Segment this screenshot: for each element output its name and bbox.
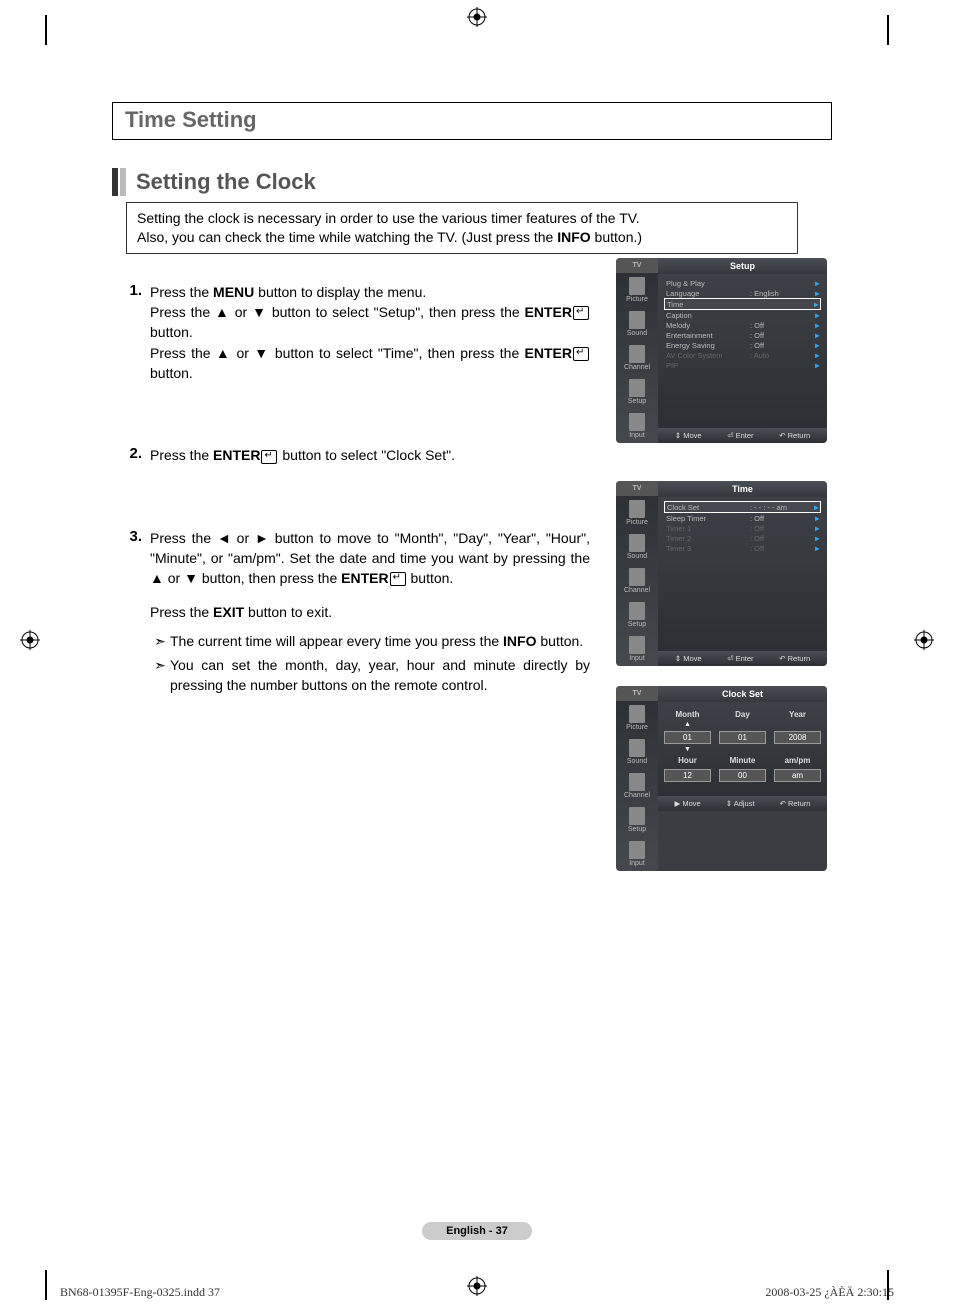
osd-side-item: Picture (616, 496, 658, 530)
osd-side-item: Channel (616, 564, 658, 598)
osd-row: Sleep Timer: Off► (664, 513, 821, 523)
clock-field: 01 (664, 731, 711, 744)
section-title: Setting the Clock (136, 169, 316, 195)
osd-row: Time► (664, 298, 821, 310)
osd-side-item: Picture (616, 273, 658, 307)
osd-side-item: Sound (616, 307, 658, 341)
registration-mark-icon (467, 7, 487, 27)
page-number: English - 37 (0, 1221, 954, 1240)
osd-side-item: Channel (616, 769, 658, 803)
registration-mark-icon (914, 630, 934, 650)
step-number: 2. (112, 445, 150, 462)
osd-side-item: Sound (616, 735, 658, 769)
osd-row: Melody: Off► (664, 320, 821, 330)
osd-side-item: Input (616, 837, 658, 871)
osd-row: Energy Saving: Off► (664, 340, 821, 350)
osd-side-item: Sound (616, 530, 658, 564)
osd-screen-1: TVPictureSoundChannelSetupInputSetupPlug… (616, 258, 827, 443)
osd-row: Timer 3: Off► (664, 543, 821, 553)
step-body: Press the ◄ or ► button to move to "Mont… (150, 528, 590, 696)
osd-title: Time (658, 481, 827, 497)
osd-screen-3: TVPictureSoundChannelSetupInput Clock Set… (616, 686, 827, 871)
step-number: 1. (112, 282, 150, 299)
osd-row: Plug & Play► (664, 278, 821, 288)
clock-field: 2008 (774, 731, 821, 744)
clock-field: 00 (719, 769, 766, 782)
step-body: Press the ENTER button to select "Clock … (150, 445, 590, 465)
osd-footer: ▶ Move⇕ Adjust↶ Return (658, 796, 827, 811)
osd-row: Clock Set: - - : - - am► (664, 501, 821, 513)
osd-screen-2: TVPictureSoundChannelSetupInput Time Clock… (616, 481, 827, 666)
enter-icon (390, 572, 406, 586)
osd-side-item: Setup (616, 803, 658, 837)
osd-row: Entertainment: Off► (664, 330, 821, 340)
osd-side-item: Input (616, 409, 658, 443)
note-bullet: ➣The current time will appear every time… (150, 631, 590, 651)
enter-icon (573, 306, 589, 320)
document-footer: BN68-01395F-Eng-0325.indd 37 2008-03-25 … (60, 1285, 894, 1300)
step-body: Press the MENU button to display the men… (150, 282, 590, 383)
osd-screenshots: TVPictureSoundChannelSetupInputSetupPlug… (616, 258, 827, 909)
page-header: Time Setting (112, 102, 832, 140)
registration-mark-icon (20, 630, 40, 650)
osd-row: Timer 2: Off► (664, 533, 821, 543)
page-title: Time Setting (125, 107, 819, 133)
osd-side-item: Setup (616, 375, 658, 409)
osd-side-item: Channel (616, 341, 658, 375)
clock-field: 12 (664, 769, 711, 782)
osd-tv-label: TV (616, 258, 658, 273)
section-heading: Setting the Clock (112, 168, 832, 196)
osd-side-item: Input (616, 632, 658, 666)
osd-row: Language: English► (664, 288, 821, 298)
osd-title: Setup (658, 258, 827, 274)
clock-field: 01 (719, 731, 766, 744)
step-number: 3. (112, 528, 150, 545)
enter-icon (573, 347, 589, 361)
osd-title: Clock Set (658, 686, 827, 702)
osd-row: AV Color System: Auto► (664, 350, 821, 360)
osd-row: PIP► (664, 360, 821, 370)
osd-row: Timer 1: Off► (664, 523, 821, 533)
intro-box: Setting the clock is necessary in order … (126, 202, 798, 254)
clock-field: am (774, 769, 821, 782)
enter-icon (261, 450, 277, 464)
osd-footer: ⇕ Move⏎ Enter↶ Return (658, 651, 827, 666)
osd-row: Caption► (664, 310, 821, 320)
osd-footer: ⇕ Move⏎ Enter↶ Return (658, 428, 827, 443)
note-bullet: ➣You can set the month, day, year, hour … (150, 655, 590, 696)
osd-side-item: Picture (616, 701, 658, 735)
osd-side-item: Setup (616, 598, 658, 632)
osd-tv-label: TV (616, 686, 658, 701)
osd-tv-label: TV (616, 481, 658, 496)
